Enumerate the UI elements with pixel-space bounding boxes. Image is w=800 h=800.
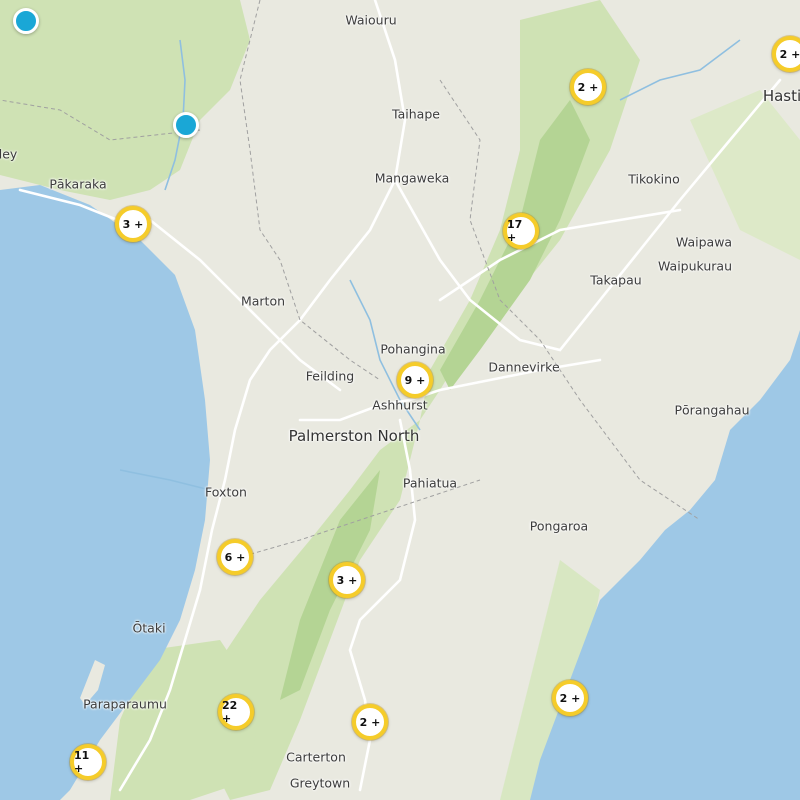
cluster-marker-ruahine[interactable]: 17 +	[503, 213, 539, 249]
cluster-count: 6 +	[224, 550, 246, 564]
cluster-marker-kapiti[interactable]: 11 +	[70, 744, 106, 780]
cluster-count: 3 +	[122, 217, 144, 231]
cluster-marker-carterton[interactable]: 2 +	[352, 704, 388, 740]
cluster-marker-eketahuna[interactable]: 3 +	[329, 562, 365, 598]
cluster-count: 11 +	[74, 749, 90, 775]
cluster-marker-hawkes-bay-north[interactable]: 2 +	[570, 69, 606, 105]
cluster-count: 2 +	[359, 715, 381, 729]
cluster-marker-coast[interactable]: 2 +	[552, 680, 588, 716]
cluster-count: 2 +	[779, 47, 800, 61]
cluster-marker-whanganui[interactable]: 3 +	[115, 206, 151, 242]
map-basemap[interactable]	[0, 0, 800, 800]
cluster-marker-tararua[interactable]: 22 +	[218, 694, 254, 730]
cluster-count: 3 +	[336, 573, 358, 587]
cluster-marker-hastings[interactable]: 2 +	[772, 36, 800, 72]
cluster-count: 22 +	[222, 699, 238, 725]
cluster-marker-levin[interactable]: 6 +	[217, 539, 253, 575]
cluster-count: 9 +	[404, 373, 426, 387]
location-marker-1[interactable]	[13, 8, 39, 34]
cluster-marker-ashhurst[interactable]: 9 +	[397, 362, 433, 398]
map-view[interactable]: Waiouru Taihape Mangaweka Pākaraka ley T…	[0, 0, 800, 800]
location-marker-2[interactable]	[173, 112, 199, 138]
cluster-count: 17 +	[507, 218, 523, 244]
cluster-count: 2 +	[559, 691, 581, 705]
cluster-count: 2 +	[577, 80, 599, 94]
